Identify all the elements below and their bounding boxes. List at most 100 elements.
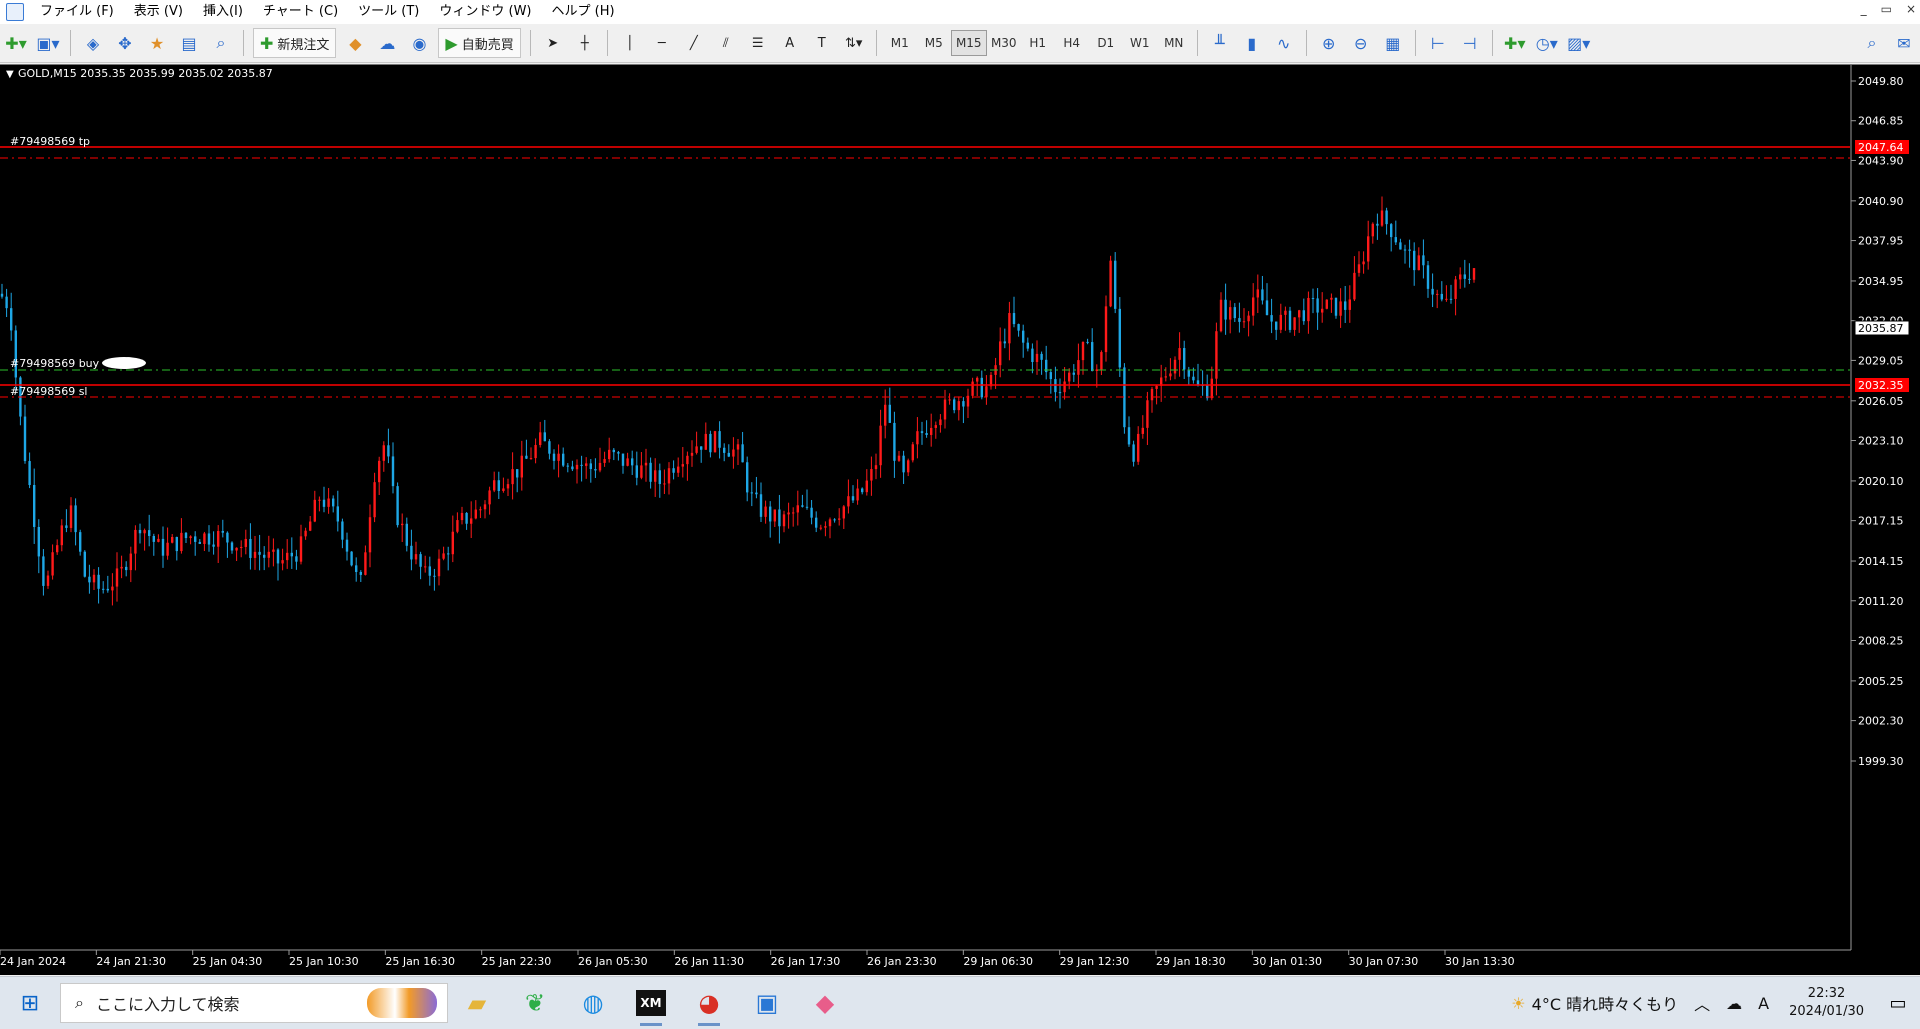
candle-body: [281, 560, 284, 564]
crosshair-icon[interactable]: ┼: [572, 29, 598, 57]
candle-body: [884, 404, 887, 426]
candle-body: [953, 399, 956, 411]
toolbar-separator: [1196, 30, 1198, 56]
candle-body: [1426, 265, 1430, 289]
hidden-icons-chevron-icon[interactable]: ︿: [1686, 991, 1718, 1015]
trendline-icon[interactable]: ╱: [681, 29, 707, 57]
menu-help[interactable]: ヘルプ (H): [542, 0, 625, 24]
data-window-icon[interactable]: ✥: [112, 29, 138, 57]
candle-body: [1233, 307, 1236, 319]
chart-window[interactable]: 2049.80 2046.85 2043.90 2040.90 2037.95 2034.…: [0, 64, 1920, 975]
chart-shift-icon[interactable]: ⊣: [1457, 29, 1483, 57]
candle-body: [189, 536, 192, 539]
minimize-button[interactable]: _: [1861, 2, 1867, 16]
cursor-icon[interactable]: ➤: [540, 29, 566, 57]
auto-trading-button[interactable]: ▶ 自動売買: [438, 28, 521, 58]
search-icon: ⌕: [75, 993, 84, 1012]
candle-body: [1155, 385, 1158, 389]
text-label-icon[interactable]: T: [809, 29, 835, 57]
periods-icon[interactable]: ◷▾: [1534, 29, 1560, 57]
strategy-tester-icon[interactable]: ⌕: [208, 29, 234, 57]
candlestick-icon[interactable]: ▮: [1239, 29, 1265, 57]
xm-trading-icon[interactable]: XM: [622, 977, 680, 1029]
timeframe-h4[interactable]: H4: [1055, 31, 1089, 55]
vertical-line-icon[interactable]: │: [617, 29, 643, 57]
candle-body: [92, 574, 96, 583]
line-chart-icon[interactable]: ∿: [1271, 29, 1297, 57]
templates-icon[interactable]: ▨▾: [1566, 29, 1592, 57]
auto-scroll-icon[interactable]: ⊢: [1425, 29, 1451, 57]
candle-body: [106, 588, 109, 591]
weather-widget[interactable]: ☀ 4°C 晴れ時々くもり: [1503, 991, 1686, 1015]
zoom-in-icon[interactable]: ⊕: [1316, 29, 1342, 57]
menu-view[interactable]: 表示 (V): [124, 0, 193, 24]
timeframe-mn[interactable]: MN: [1157, 31, 1191, 55]
price-axis-label: 2026.05: [1858, 395, 1904, 408]
signals-icon[interactable]: ☁: [374, 29, 400, 57]
photos-icon[interactable]: ▣: [738, 977, 796, 1029]
zoom-out-icon[interactable]: ⊖: [1348, 29, 1374, 57]
timeframe-m1[interactable]: M1: [883, 31, 917, 55]
collapse-arrow-icon[interactable]: ▼: [6, 69, 14, 80]
text-tool-icon[interactable]: A: [777, 29, 803, 57]
candle-body: [1339, 301, 1342, 316]
candle-body: [207, 533, 211, 545]
paint-app-icon[interactable]: ◆: [796, 977, 854, 1029]
taskbar-search[interactable]: ⌕ ここに入力して検索: [60, 983, 448, 1023]
search-icon[interactable]: ⌕: [1859, 29, 1885, 57]
menu-file[interactable]: ファイル (F): [30, 0, 124, 24]
timeframe-w1[interactable]: W1: [1123, 31, 1157, 55]
chat-icon[interactable]: ✉: [1891, 29, 1917, 57]
timeframe-d1[interactable]: D1: [1089, 31, 1123, 55]
terminal-icon[interactable]: ▤: [176, 29, 202, 57]
candle-body: [1114, 260, 1117, 309]
time-axis-label: 25 Jan 04:30: [193, 955, 263, 968]
timeframe-m15[interactable]: M15: [950, 30, 987, 56]
timeframe-m30[interactable]: M30: [987, 31, 1021, 55]
candle-body: [1275, 321, 1278, 330]
horizontal-line-icon[interactable]: ─: [649, 29, 675, 57]
candle-body: [897, 455, 901, 461]
restore-button[interactable]: ▭: [1881, 2, 1892, 16]
channel-icon[interactable]: ⫽: [713, 29, 739, 57]
timeframe-m5[interactable]: M5: [917, 31, 951, 55]
fibonacci-icon[interactable]: ☰: [745, 29, 771, 57]
menu-window[interactable]: ウィンドウ (W): [429, 0, 541, 24]
new-order-button[interactable]: ✚ 新規注文: [253, 28, 337, 58]
notification-icon[interactable]: ▭: [1876, 993, 1920, 1014]
tile-windows-icon[interactable]: ▦: [1380, 29, 1406, 57]
candle-body: [603, 459, 606, 463]
candle-body: [382, 445, 385, 461]
clock[interactable]: 22:32 2024/01/30: [1777, 985, 1876, 1021]
candle-body: [548, 441, 551, 454]
candle-body: [525, 455, 528, 459]
chrome-icon[interactable]: ◕: [680, 977, 738, 1029]
menu-chart[interactable]: チャート (C): [253, 0, 348, 24]
navigator-icon[interactable]: ★: [144, 29, 170, 57]
menu-tools[interactable]: ツール (T): [348, 0, 429, 24]
market-icon[interactable]: ◉: [406, 29, 432, 57]
candle-body: [847, 496, 850, 507]
candle-body: [79, 532, 82, 552]
candle-body: [1348, 299, 1351, 310]
ime-indicator[interactable]: A: [1750, 994, 1777, 1013]
windows-start-icon[interactable]: ⊞: [0, 977, 60, 1029]
candle-body: [723, 447, 726, 453]
onedrive-icon[interactable]: ☁: [1718, 994, 1750, 1013]
edge-icon[interactable]: ◍: [564, 977, 622, 1029]
new-chart-icon[interactable]: ✚▾: [3, 29, 29, 57]
bar-chart-icon[interactable]: ╨: [1207, 29, 1233, 57]
timeframe-h1[interactable]: H1: [1021, 31, 1055, 55]
indicators-icon[interactable]: ✚▾: [1502, 29, 1528, 57]
file-explorer-icon[interactable]: ▰: [448, 977, 506, 1029]
profiles-icon[interactable]: ▣▾: [35, 29, 61, 57]
arrows-tool-icon[interactable]: ⇅▾: [841, 29, 867, 57]
app-icon: [6, 3, 24, 21]
price-chart[interactable]: 2049.80 2046.85 2043.90 2040.90 2037.95 2034.…: [0, 65, 1920, 975]
close-button[interactable]: ×: [1906, 2, 1916, 16]
menu-insert[interactable]: 挿入(I): [193, 0, 253, 24]
candle-body: [345, 539, 349, 552]
market-watch-icon[interactable]: ◈: [80, 29, 106, 57]
metaeditor-icon[interactable]: ◆: [342, 29, 368, 57]
evernote-icon[interactable]: ❦: [506, 977, 564, 1029]
